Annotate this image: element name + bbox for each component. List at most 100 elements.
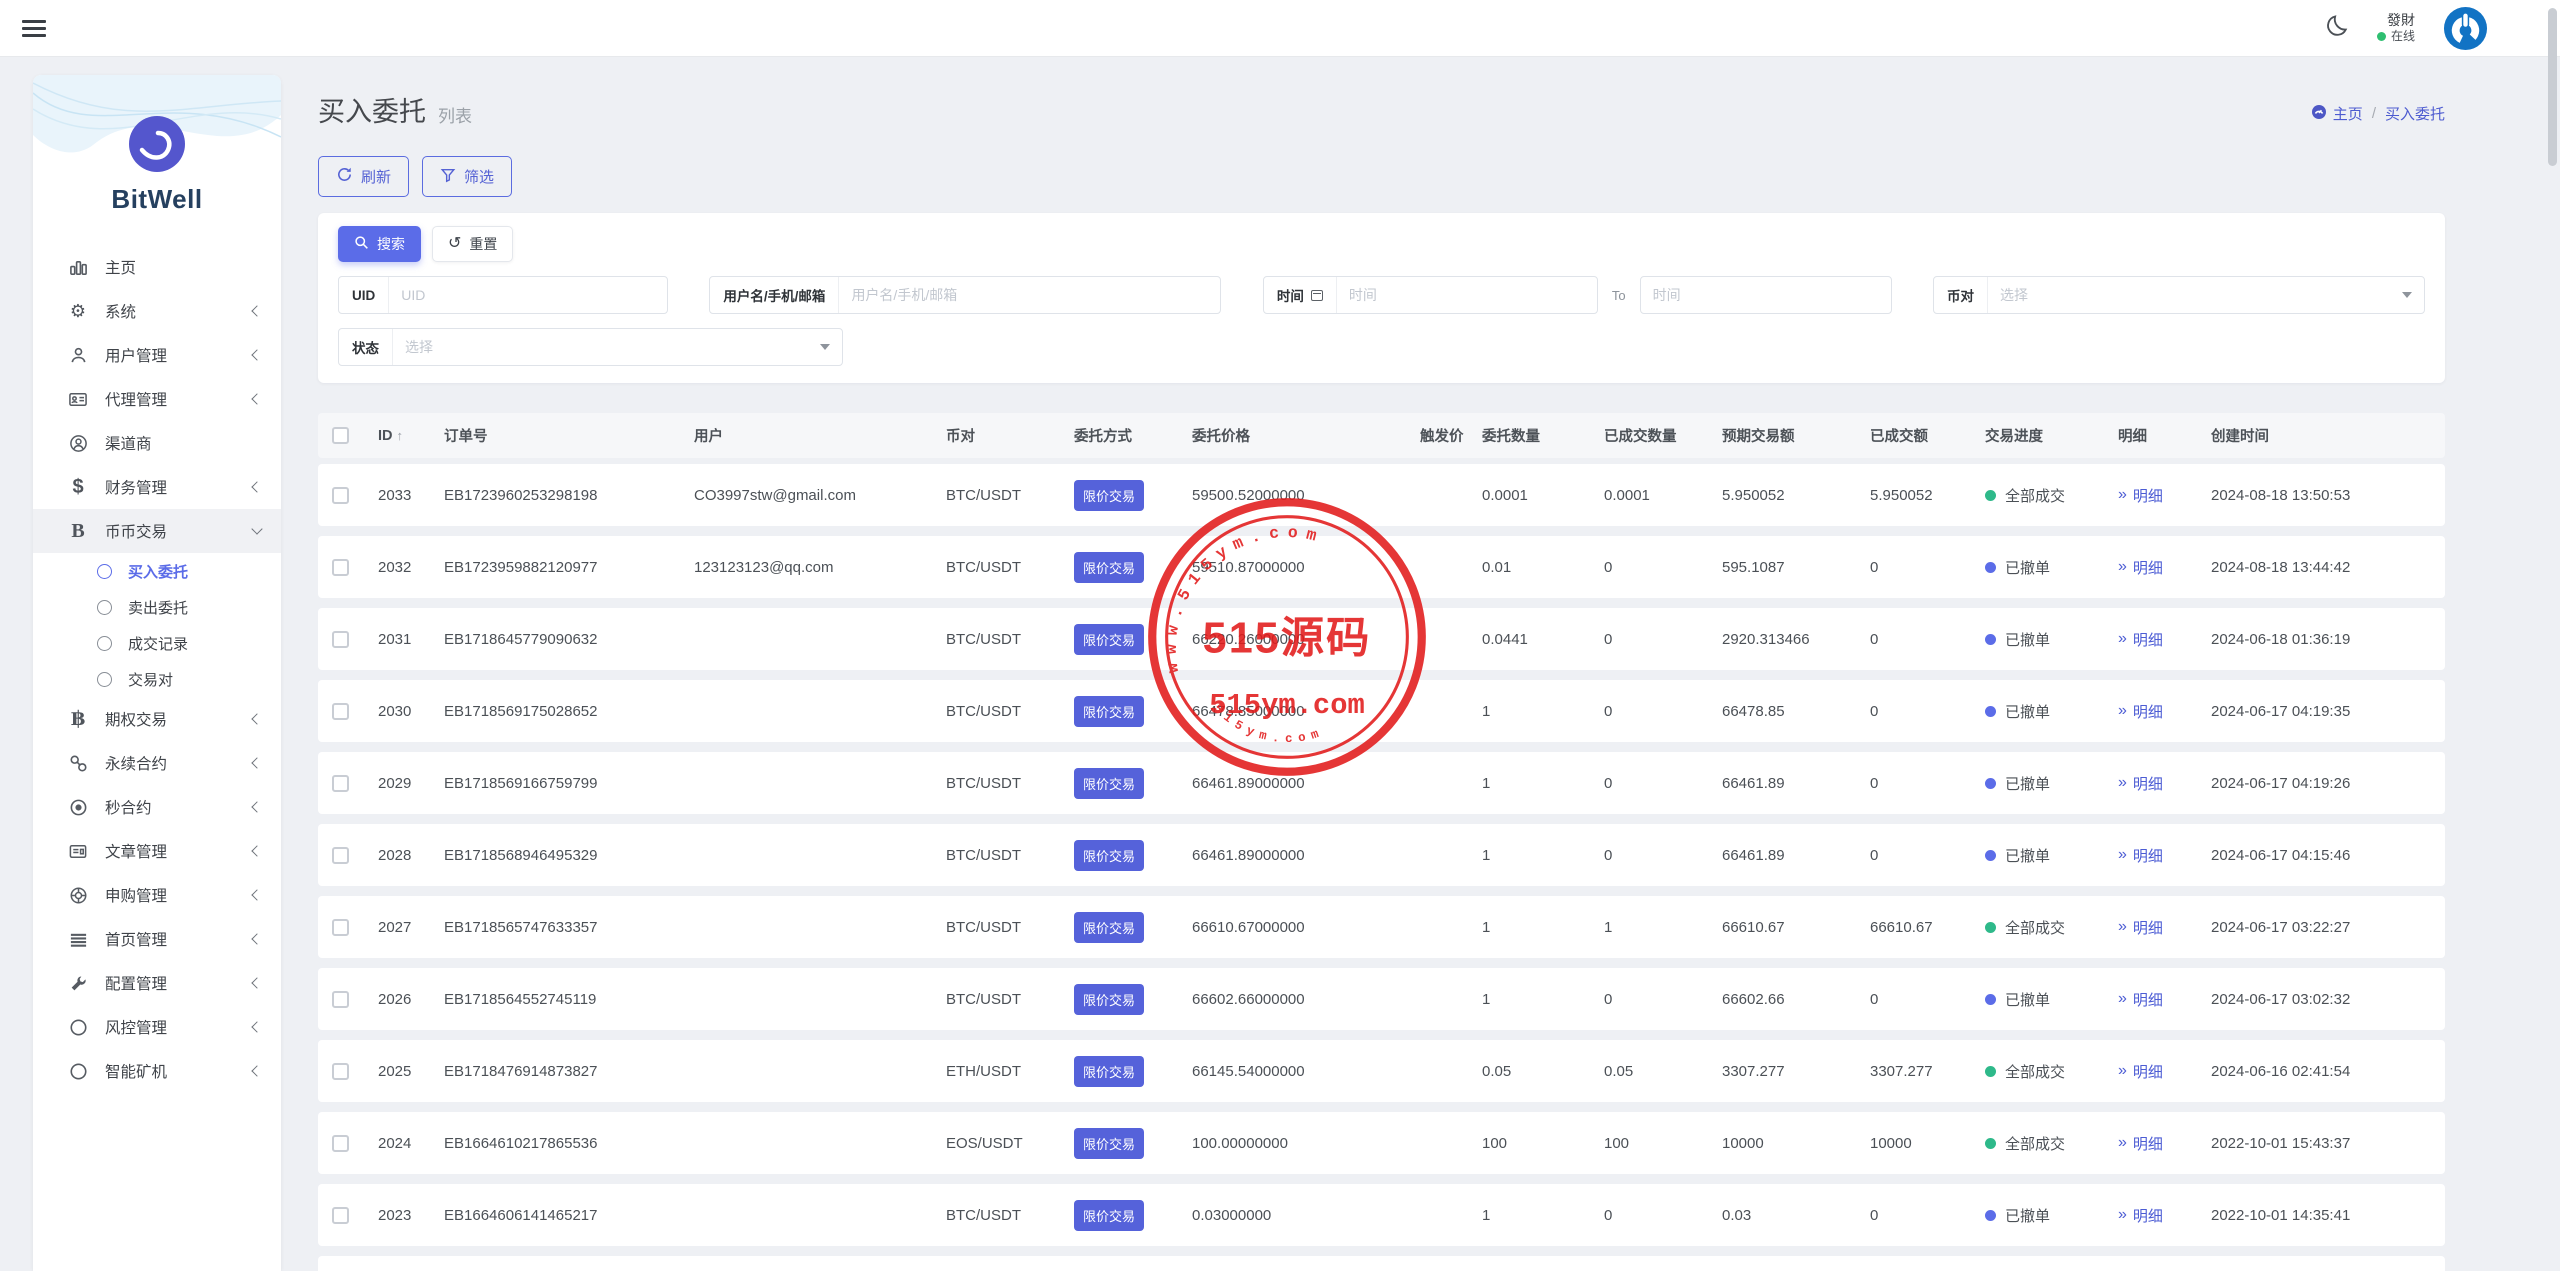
cell-price: 59500.52000000 xyxy=(1192,487,1420,504)
method-badge: 限价交易 xyxy=(1074,768,1144,799)
cell-amount: 1 xyxy=(1482,847,1604,864)
status-select[interactable]: 状态 选择 xyxy=(338,328,843,366)
detail-link[interactable]: »明细 xyxy=(2118,629,2211,650)
cell-id: 2026 xyxy=(378,991,444,1008)
cell-price: 66145.54000000 xyxy=(1192,1063,1420,1080)
sidebar-item-label: 风控管理 xyxy=(105,1016,167,1038)
double-chevron-right-icon: » xyxy=(2118,558,2127,576)
circle-icon xyxy=(65,1062,91,1081)
stacked-lines-icon xyxy=(65,930,91,949)
status-label: 已撤单 xyxy=(2005,1205,2050,1226)
row-checkbox[interactable] xyxy=(332,631,349,648)
detail-link[interactable]: »明细 xyxy=(2118,701,2211,722)
cell-status: 全部成交 xyxy=(1985,1133,2118,1154)
pair-select[interactable]: 币对 选择 xyxy=(1933,276,2425,314)
dark-mode-toggle[interactable] xyxy=(2323,13,2349,44)
row-checkbox[interactable] xyxy=(332,559,349,576)
detail-link[interactable]: »明细 xyxy=(2118,773,2211,794)
cell-user: 123123123@qq.com xyxy=(694,559,946,576)
cell-method: 限价交易 xyxy=(1074,624,1192,655)
sidebar-item-配置管理[interactable]: 配置管理 xyxy=(33,961,281,1005)
status-label: 已撤单 xyxy=(2005,557,2050,578)
cell-filled-value: 0 xyxy=(1870,775,1985,792)
cell-id: 2028 xyxy=(378,847,444,864)
filter-button[interactable]: 筛选 xyxy=(422,156,512,197)
cell-status: 全部成交 xyxy=(1985,917,2118,938)
circle-bullet-icon xyxy=(97,564,112,579)
id-card-icon xyxy=(65,390,91,409)
breadcrumb-home[interactable]: 主页 xyxy=(2311,103,2363,124)
status-dot-icon xyxy=(1985,490,1996,501)
time-start-input[interactable] xyxy=(1349,287,1585,303)
detail-link[interactable]: »明细 xyxy=(2118,1133,2211,1154)
vertical-scrollbar[interactable] xyxy=(2548,8,2557,166)
hamburger-menu-icon[interactable] xyxy=(22,16,46,41)
detail-link[interactable]: »明细 xyxy=(2118,1205,2211,1226)
row-checkbox[interactable] xyxy=(332,991,349,1008)
cell-id: 2031 xyxy=(378,631,444,648)
cell-method: 限价交易 xyxy=(1074,1128,1192,1159)
row-checkbox[interactable] xyxy=(332,775,349,792)
cell-filled-amount: 100 xyxy=(1604,1135,1722,1152)
time-end-input[interactable] xyxy=(1653,287,1879,303)
cell-price: 66220.26000000 xyxy=(1192,631,1420,648)
sidebar-item-代理管理[interactable]: 代理管理 xyxy=(33,377,281,421)
detail-link[interactable]: »明细 xyxy=(2118,845,2211,866)
avatar[interactable] xyxy=(2443,6,2488,51)
detail-link[interactable]: »明细 xyxy=(2118,557,2211,578)
sidebar-item-期权交易[interactable]: ฿期权交易 xyxy=(33,697,281,741)
detail-link[interactable]: »明细 xyxy=(2118,917,2211,938)
sidebar-subitem-买入委托[interactable]: 买入委托 xyxy=(33,553,281,589)
sidebar-subitem-成交记录[interactable]: 成交记录 xyxy=(33,625,281,661)
cell-filled-amount: 0 xyxy=(1604,559,1722,576)
uid-input[interactable] xyxy=(401,287,655,303)
sidebar-item-永续合约[interactable]: 永续合约 xyxy=(33,741,281,785)
row-checkbox[interactable] xyxy=(332,919,349,936)
row-checkbox[interactable] xyxy=(332,487,349,504)
search-button[interactable]: 搜索 xyxy=(338,226,421,262)
status-label: 全部成交 xyxy=(2005,1061,2065,1082)
sidebar-item-风控管理[interactable]: 风控管理 xyxy=(33,1005,281,1049)
sidebar-item-智能矿机[interactable]: 智能矿机 xyxy=(33,1049,281,1093)
cell-filled-value: 0 xyxy=(1870,847,1985,864)
cell-id: 2029 xyxy=(378,775,444,792)
sidebar-subitem-交易对[interactable]: 交易对 xyxy=(33,661,281,697)
select-all-checkbox[interactable] xyxy=(332,427,349,444)
cell-amount: 0.0001 xyxy=(1482,487,1604,504)
row-checkbox[interactable] xyxy=(332,1207,349,1224)
sidebar-item-财务管理[interactable]: $财务管理 xyxy=(33,465,281,509)
sidebar-item-渠道商[interactable]: 渠道商 xyxy=(33,421,281,465)
user-filter-input[interactable] xyxy=(851,287,1208,303)
column-header-已成交数量: 已成交数量 xyxy=(1604,425,1722,446)
row-checkbox[interactable] xyxy=(332,703,349,720)
breadcrumb-current[interactable]: 买入委托 xyxy=(2385,103,2445,124)
cell-method: 限价交易 xyxy=(1074,912,1192,943)
status-dot-icon xyxy=(1985,706,1996,717)
sidebar-item-秒合约[interactable]: 秒合约 xyxy=(33,785,281,829)
row-checkbox[interactable] xyxy=(332,1135,349,1152)
detail-link[interactable]: »明细 xyxy=(2118,485,2211,506)
double-chevron-right-icon: » xyxy=(2118,918,2127,936)
sort-asc-icon[interactable]: ↑ xyxy=(397,428,404,443)
sidebar-item-币币交易[interactable]: B币币交易 xyxy=(33,509,281,553)
method-badge: 限价交易 xyxy=(1074,480,1144,511)
sidebar-item-文章管理[interactable]: 文章管理 xyxy=(33,829,281,873)
sidebar-item-用户管理[interactable]: 用户管理 xyxy=(33,333,281,377)
sidebar-item-申购管理[interactable]: 申购管理 xyxy=(33,873,281,917)
cell-order-no: EB1723959882120977 xyxy=(444,559,694,576)
sidebar-item-首页管理[interactable]: 首页管理 xyxy=(33,917,281,961)
sidebar-item-系统[interactable]: ⚙系统 xyxy=(33,289,281,333)
dashboard-icon xyxy=(2311,104,2327,124)
reset-button[interactable]: ↺ 重置 xyxy=(432,226,513,262)
row-checkbox[interactable] xyxy=(332,847,349,864)
column-header-币对: 币对 xyxy=(946,425,1074,446)
cell-amount: 0.01 xyxy=(1482,559,1604,576)
cell-price: 0.03000000 xyxy=(1192,1207,1420,1224)
refresh-button[interactable]: 刷新 xyxy=(318,156,409,197)
detail-link[interactable]: »明细 xyxy=(2118,989,2211,1010)
sidebar-item-主页[interactable]: 主页 xyxy=(33,245,281,289)
detail-link[interactable]: »明细 xyxy=(2118,1061,2211,1082)
sidebar-subitem-卖出委托[interactable]: 卖出委托 xyxy=(33,589,281,625)
row-checkbox[interactable] xyxy=(332,1063,349,1080)
cell-expected-value: 66461.89 xyxy=(1722,847,1870,864)
